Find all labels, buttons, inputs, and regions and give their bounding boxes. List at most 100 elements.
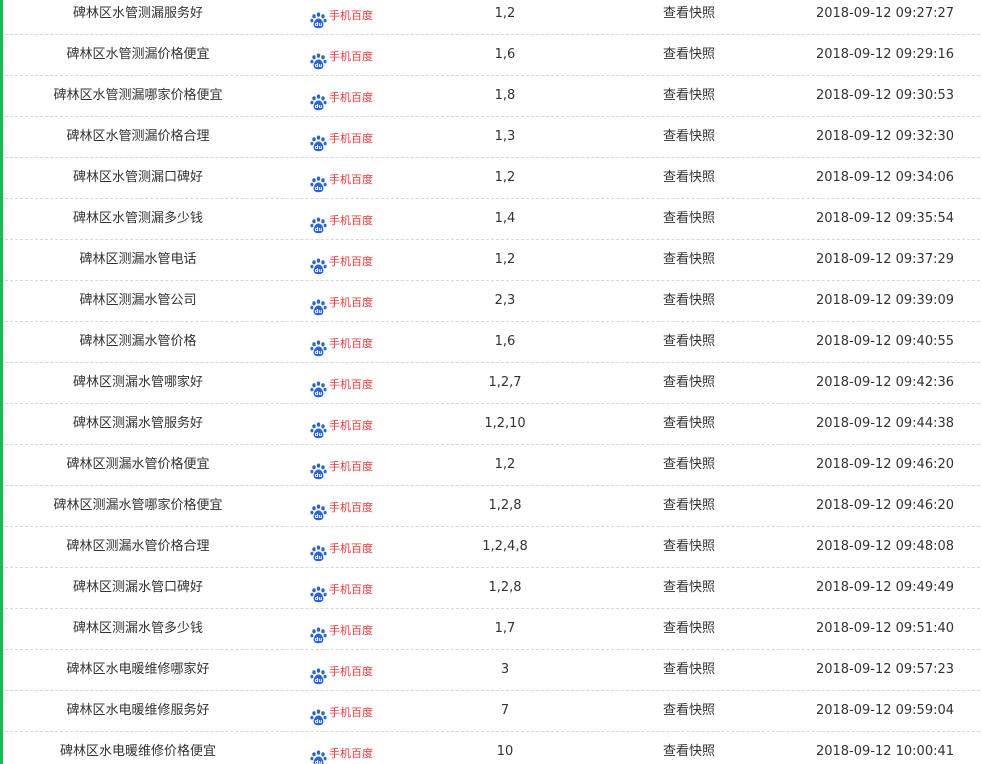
svg-text:du: du	[315, 145, 323, 151]
keyword-cell: 碑林区测漏水管公司	[79, 293, 197, 308]
svg-text:du: du	[315, 637, 323, 643]
timestamp-cell: 2018-09-12 09:51:40	[815, 621, 955, 636]
timestamp-cell: 2018-09-12 09:42:36	[815, 375, 955, 390]
engine-label: 手机百度	[329, 582, 373, 596]
view-snapshot-link[interactable]: 查看快照	[663, 744, 715, 759]
rank-cell: 1,7	[494, 621, 516, 636]
svg-text:du: du	[315, 596, 323, 602]
snapshot-cell: 查看快照	[627, 486, 751, 526]
rank-cell: 1,6	[494, 334, 516, 349]
timestamp-cell: 2018-09-12 09:46:20	[815, 457, 955, 472]
timestamp-cell: 2018-09-12 09:34:06	[815, 170, 955, 185]
engine-cell: du 手机百度	[310, 76, 400, 116]
view-snapshot-link[interactable]: 查看快照	[663, 580, 715, 595]
snapshot-cell: 查看快照	[627, 117, 751, 157]
engine-cell: du 手机百度	[310, 691, 400, 731]
view-snapshot-link[interactable]: 查看快照	[663, 375, 715, 390]
baidu-paw-icon: du	[310, 334, 327, 356]
svg-text:du: du	[315, 350, 323, 356]
timestamp-cell: 2018-09-12 09:35:54	[815, 211, 955, 226]
view-snapshot-link[interactable]: 查看快照	[663, 621, 715, 636]
svg-text:du: du	[315, 760, 323, 764]
timestamp-cell: 2018-09-12 09:37:29	[815, 252, 955, 267]
view-snapshot-link[interactable]: 查看快照	[663, 293, 715, 308]
rank-cell: 1,8	[494, 88, 516, 103]
baidu-paw-icon: du	[310, 580, 327, 602]
view-snapshot-link[interactable]: 查看快照	[663, 129, 715, 144]
rank-cell: 1,6	[494, 47, 516, 62]
table-row: 碑林区测漏水管口碑好 du 手机百度 1,2,8 查看快照 2018-09-12…	[5, 568, 980, 609]
baidu-paw-icon: du	[310, 47, 327, 69]
table-row: 碑林区测漏水管哪家价格便宜 du 手机百度 1,2,8 查看快照 2018-09…	[5, 486, 980, 527]
view-snapshot-link[interactable]: 查看快照	[663, 539, 715, 554]
table-row: 碑林区水管测漏多少钱 du 手机百度 1,4 查看快照 2018-09-12 0…	[5, 199, 980, 240]
view-snapshot-link[interactable]: 查看快照	[663, 88, 715, 103]
keyword-cell: 碑林区水管测漏口碑好	[72, 170, 203, 185]
engine-label: 手机百度	[329, 90, 373, 104]
view-snapshot-link[interactable]: 查看快照	[663, 47, 715, 62]
keyword-cell: 碑林区测漏水管口碑好	[72, 580, 203, 595]
snapshot-cell: 查看快照	[627, 35, 751, 75]
table-row: 碑林区测漏水管价格合理 du 手机百度 1,2,4,8 查看快照 2018-09…	[5, 527, 980, 568]
rank-cell: 1,2,8	[488, 498, 522, 513]
rank-cell: 1,2	[494, 252, 516, 267]
rank-cell: 1,2	[494, 6, 516, 21]
snapshot-cell: 查看快照	[627, 650, 751, 690]
keyword-cell: 碑林区水电暖维修哪家好	[66, 662, 210, 677]
view-snapshot-link[interactable]: 查看快照	[663, 662, 715, 677]
svg-text:du: du	[315, 63, 323, 69]
baidu-paw-icon: du	[310, 293, 327, 315]
keyword-cell: 碑林区测漏水管价格便宜	[66, 457, 210, 472]
view-snapshot-link[interactable]: 查看快照	[663, 498, 715, 513]
baidu-paw-icon: du	[310, 703, 327, 725]
baidu-paw-icon: du	[310, 88, 327, 110]
svg-text:du: du	[315, 555, 323, 561]
view-snapshot-link[interactable]: 查看快照	[663, 416, 715, 431]
engine-cell: du 手机百度	[310, 527, 400, 567]
table-row: 碑林区测漏水管价格便宜 du 手机百度 1,2 查看快照 2018-09-12 …	[5, 445, 980, 486]
engine-label: 手机百度	[329, 418, 373, 432]
svg-text:du: du	[315, 391, 323, 397]
baidu-paw-icon: du	[310, 662, 327, 684]
rank-cell: 1,2,4,8	[482, 539, 528, 554]
view-snapshot-link[interactable]: 查看快照	[663, 457, 715, 472]
baidu-paw-icon: du	[310, 170, 327, 192]
snapshot-cell: 查看快照	[627, 158, 751, 198]
baidu-paw-icon: du	[310, 744, 327, 764]
svg-text:du: du	[315, 309, 323, 315]
svg-text:du: du	[315, 227, 323, 233]
timestamp-cell: 2018-09-12 09:29:16	[815, 47, 955, 62]
snapshot-cell: 查看快照	[627, 76, 751, 116]
timestamp-cell: 2018-09-12 09:44:38	[815, 416, 955, 431]
view-snapshot-link[interactable]: 查看快照	[663, 703, 715, 718]
snapshot-cell: 查看快照	[627, 240, 751, 280]
keyword-cell: 碑林区水电暖维修价格便宜	[59, 744, 216, 759]
engine-label: 手机百度	[329, 49, 373, 63]
snapshot-cell: 查看快照	[627, 609, 751, 649]
baidu-paw-icon: du	[310, 457, 327, 479]
table-row: 碑林区水管测漏哪家价格便宜 du 手机百度 1,8 查看快照 2018-09-1…	[5, 76, 980, 117]
table-row: 碑林区测漏水管价格 du 手机百度 1,6 查看快照 2018-09-12 09…	[5, 322, 980, 363]
view-snapshot-link[interactable]: 查看快照	[663, 211, 715, 226]
svg-text:du: du	[315, 473, 323, 479]
snapshot-cell: 查看快照	[627, 527, 751, 567]
view-snapshot-link[interactable]: 查看快照	[663, 170, 715, 185]
baidu-paw-icon: du	[310, 416, 327, 438]
baidu-paw-icon: du	[310, 211, 327, 233]
keyword-cell: 碑林区测漏水管价格合理	[66, 539, 210, 554]
view-snapshot-link[interactable]: 查看快照	[663, 252, 715, 267]
view-snapshot-link[interactable]: 查看快照	[663, 334, 715, 349]
timestamp-cell: 2018-09-12 09:39:09	[815, 293, 955, 308]
view-snapshot-link[interactable]: 查看快照	[663, 6, 715, 21]
timestamp-cell: 2018-09-12 09:40:55	[815, 334, 955, 349]
keyword-cell: 碑林区水管测漏价格便宜	[66, 47, 210, 62]
engine-label: 手机百度	[329, 459, 373, 473]
keyword-cell: 碑林区测漏水管哪家好	[72, 375, 203, 390]
table-row: 碑林区测漏水管公司 du 手机百度 2,3 查看快照 2018-09-12 09…	[5, 281, 980, 322]
keyword-cell: 碑林区水管测漏多少钱	[72, 211, 203, 226]
snapshot-cell: 查看快照	[627, 691, 751, 731]
svg-text:du: du	[315, 186, 323, 192]
timestamp-cell: 2018-09-12 09:57:23	[815, 662, 955, 677]
timestamp-cell: 2018-09-12 09:59:04	[815, 703, 955, 718]
timestamp-cell: 2018-09-12 09:27:27	[815, 6, 955, 21]
